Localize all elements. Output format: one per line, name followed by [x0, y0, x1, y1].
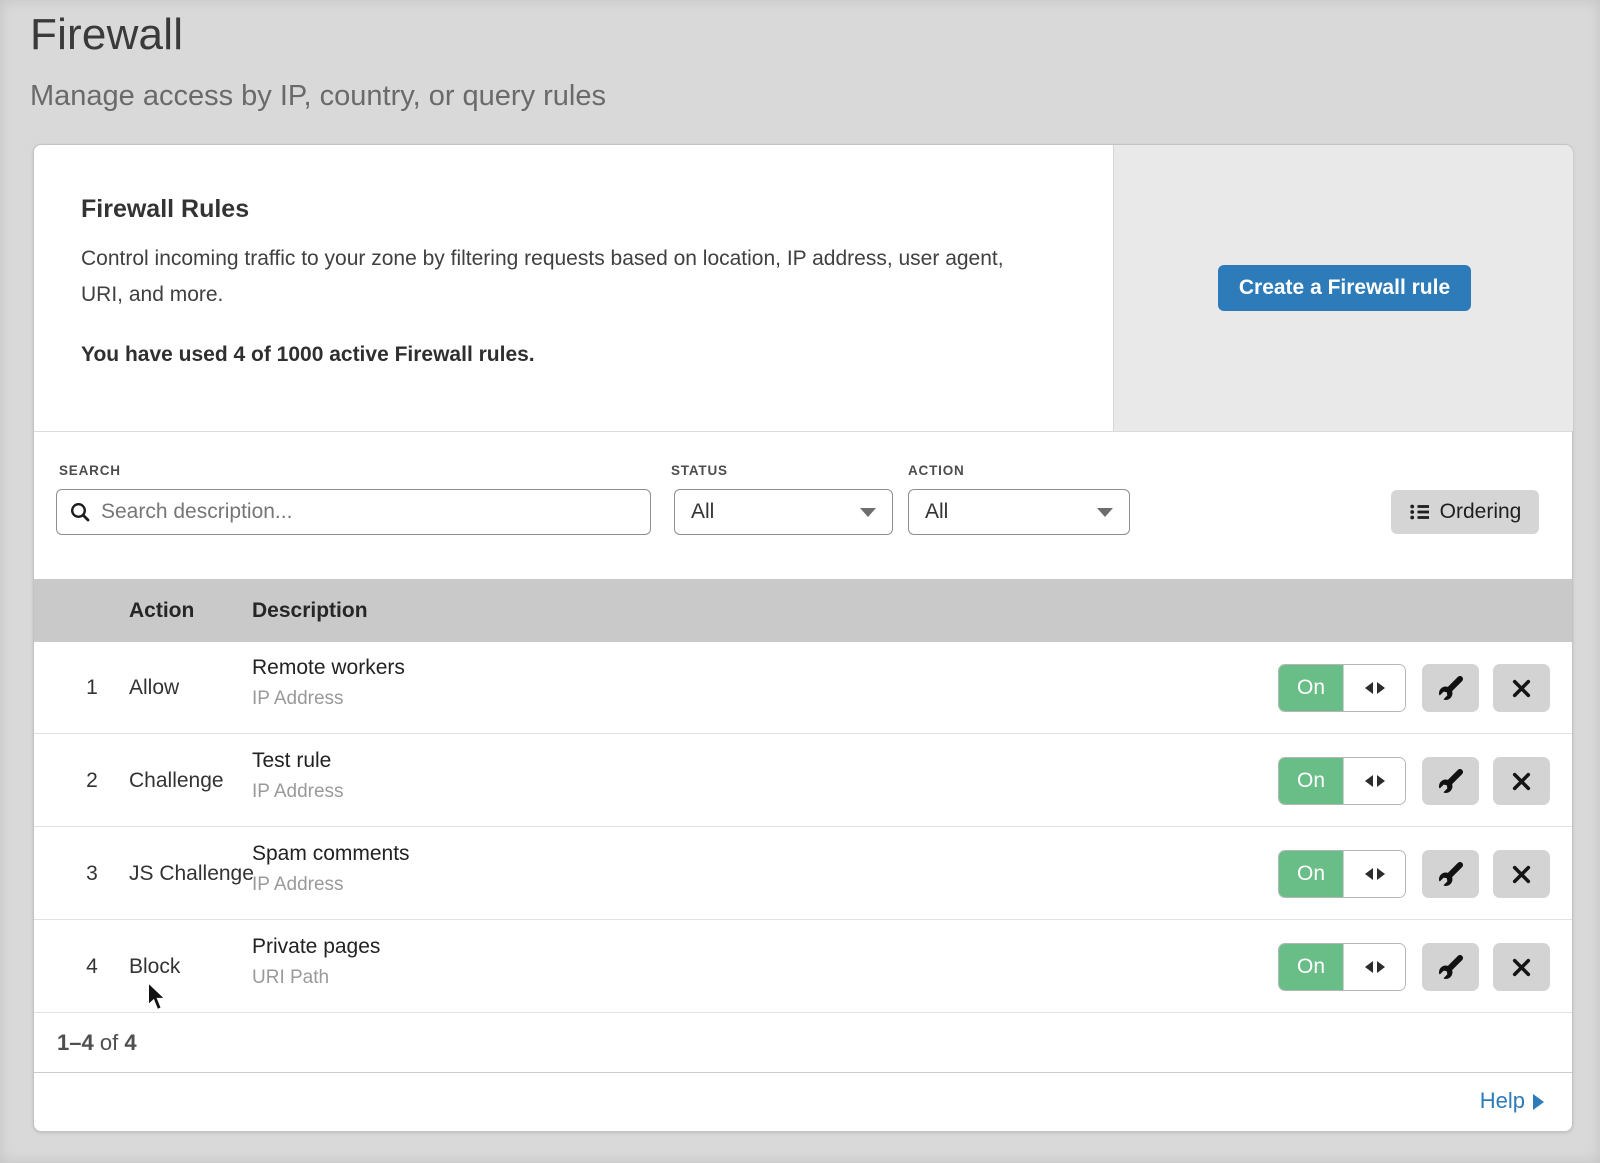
rule-description: Remote workers [252, 656, 405, 680]
chevron-down-icon [1097, 508, 1113, 517]
action-value: All [925, 500, 948, 524]
rule-match-type: IP Address [252, 781, 344, 803]
pagination-total: 4 [124, 1030, 136, 1055]
rule-description: Spam comments [252, 842, 410, 866]
toggle-drag-handle[interactable] [1343, 758, 1405, 804]
toggle-drag-handle[interactable] [1343, 665, 1405, 711]
pagination: 1–4 of 4 [34, 1014, 1572, 1073]
rule-match-type: URI Path [252, 967, 329, 989]
list-ordering-icon [1409, 501, 1431, 523]
action-select[interactable]: All [908, 489, 1130, 535]
pagination-range: 1–4 of 4 [57, 1030, 137, 1056]
page-subtitle: Manage access by IP, country, or query r… [30, 80, 606, 113]
pagination-start-end: 1–4 [57, 1030, 94, 1055]
toggle-on-label: On [1279, 758, 1343, 804]
toggle-on-label: On [1279, 665, 1343, 711]
usage-summary: You have used 4 of 1000 active Firewall … [81, 343, 535, 367]
table-header: Action Description [34, 579, 1572, 642]
toggle-drag-handle[interactable] [1343, 851, 1405, 897]
help-arrow-icon [1533, 1094, 1544, 1110]
rule-action: JS Challenge [129, 828, 254, 920]
toggle-on-label: On [1279, 944, 1343, 990]
rule-number: 4 [72, 921, 112, 1013]
rule-match-type: IP Address [252, 688, 344, 710]
section-description: Control incoming traffic to your zone by… [81, 241, 1031, 313]
delete-rule-button[interactable] [1493, 850, 1550, 898]
page-title: Firewall [30, 10, 183, 60]
arrow-left-icon [1365, 682, 1373, 694]
rule-toggle[interactable]: On [1278, 850, 1406, 898]
rule-row: 4 Block Private pages URI Path On [34, 921, 1572, 1013]
toggle-on-label: On [1279, 851, 1343, 897]
firewall-page: Firewall Manage access by IP, country, o… [0, 0, 1600, 1163]
rule-toggle[interactable]: On [1278, 943, 1406, 991]
search-icon [69, 501, 91, 523]
search-label: SEARCH [59, 463, 121, 478]
wrench-icon [1439, 769, 1463, 793]
arrow-left-icon [1365, 868, 1373, 880]
search-box[interactable] [56, 489, 651, 535]
rule-number: 2 [72, 735, 112, 827]
arrow-left-icon [1365, 775, 1373, 787]
edit-rule-button[interactable] [1422, 757, 1479, 805]
status-label: STATUS [671, 463, 728, 478]
rule-row: 1 Allow Remote workers IP Address On [34, 642, 1572, 734]
close-icon [1511, 957, 1532, 978]
status-select[interactable]: All [674, 489, 893, 535]
create-firewall-rule-button[interactable]: Create a Firewall rule [1218, 265, 1471, 311]
rule-row: 2 Challenge Test rule IP Address On [34, 735, 1572, 827]
intro-text-block: Firewall Rules Control incoming traffic … [81, 145, 1081, 431]
intro-section: Firewall Rules Control incoming traffic … [34, 145, 1572, 431]
rule-number: 1 [72, 642, 112, 734]
rule-action: Challenge [129, 735, 224, 827]
wrench-icon [1439, 955, 1463, 979]
wrench-icon [1439, 676, 1463, 700]
pagination-of: of [100, 1030, 118, 1055]
delete-rule-button[interactable] [1493, 664, 1550, 712]
filters-bar: SEARCH STATUS All ACTION All [34, 431, 1572, 579]
column-action: Action [129, 599, 194, 623]
toggle-drag-handle[interactable] [1343, 944, 1405, 990]
arrow-right-icon [1377, 961, 1385, 973]
arrow-right-icon [1377, 682, 1385, 694]
rule-toggle[interactable]: On [1278, 757, 1406, 805]
arrow-right-icon [1377, 868, 1385, 880]
create-rule-panel: Create a Firewall rule [1113, 145, 1573, 431]
help-label: Help [1480, 1088, 1525, 1114]
rule-action: Allow [129, 642, 179, 734]
section-title: Firewall Rules [81, 195, 249, 224]
delete-rule-button[interactable] [1493, 757, 1550, 805]
close-icon [1511, 771, 1532, 792]
help-row: Help [34, 1074, 1572, 1133]
rule-row: 3 JS Challenge Spam comments IP Address … [34, 828, 1572, 920]
ordering-button[interactable]: Ordering [1391, 490, 1539, 534]
help-link[interactable]: Help [1480, 1088, 1544, 1114]
rule-match-type: IP Address [252, 874, 344, 896]
rule-action: Block [129, 921, 180, 1013]
arrow-right-icon [1377, 775, 1385, 787]
status-value: All [691, 500, 714, 524]
delete-rule-button[interactable] [1493, 943, 1550, 991]
arrow-left-icon [1365, 961, 1373, 973]
column-description: Description [252, 599, 368, 623]
ordering-label: Ordering [1440, 500, 1522, 524]
close-icon [1511, 678, 1532, 699]
edit-rule-button[interactable] [1422, 850, 1479, 898]
edit-rule-button[interactable] [1422, 943, 1479, 991]
rule-toggle[interactable]: On [1278, 664, 1406, 712]
edit-rule-button[interactable] [1422, 664, 1479, 712]
rule-description: Test rule [252, 749, 331, 773]
rule-description: Private pages [252, 935, 380, 959]
chevron-down-icon [860, 508, 876, 517]
wrench-icon [1439, 862, 1463, 886]
rule-number: 3 [72, 828, 112, 920]
action-label: ACTION [908, 463, 965, 478]
search-input[interactable] [101, 500, 638, 524]
close-icon [1511, 864, 1532, 885]
firewall-rules-card: Firewall Rules Control incoming traffic … [33, 144, 1573, 1132]
